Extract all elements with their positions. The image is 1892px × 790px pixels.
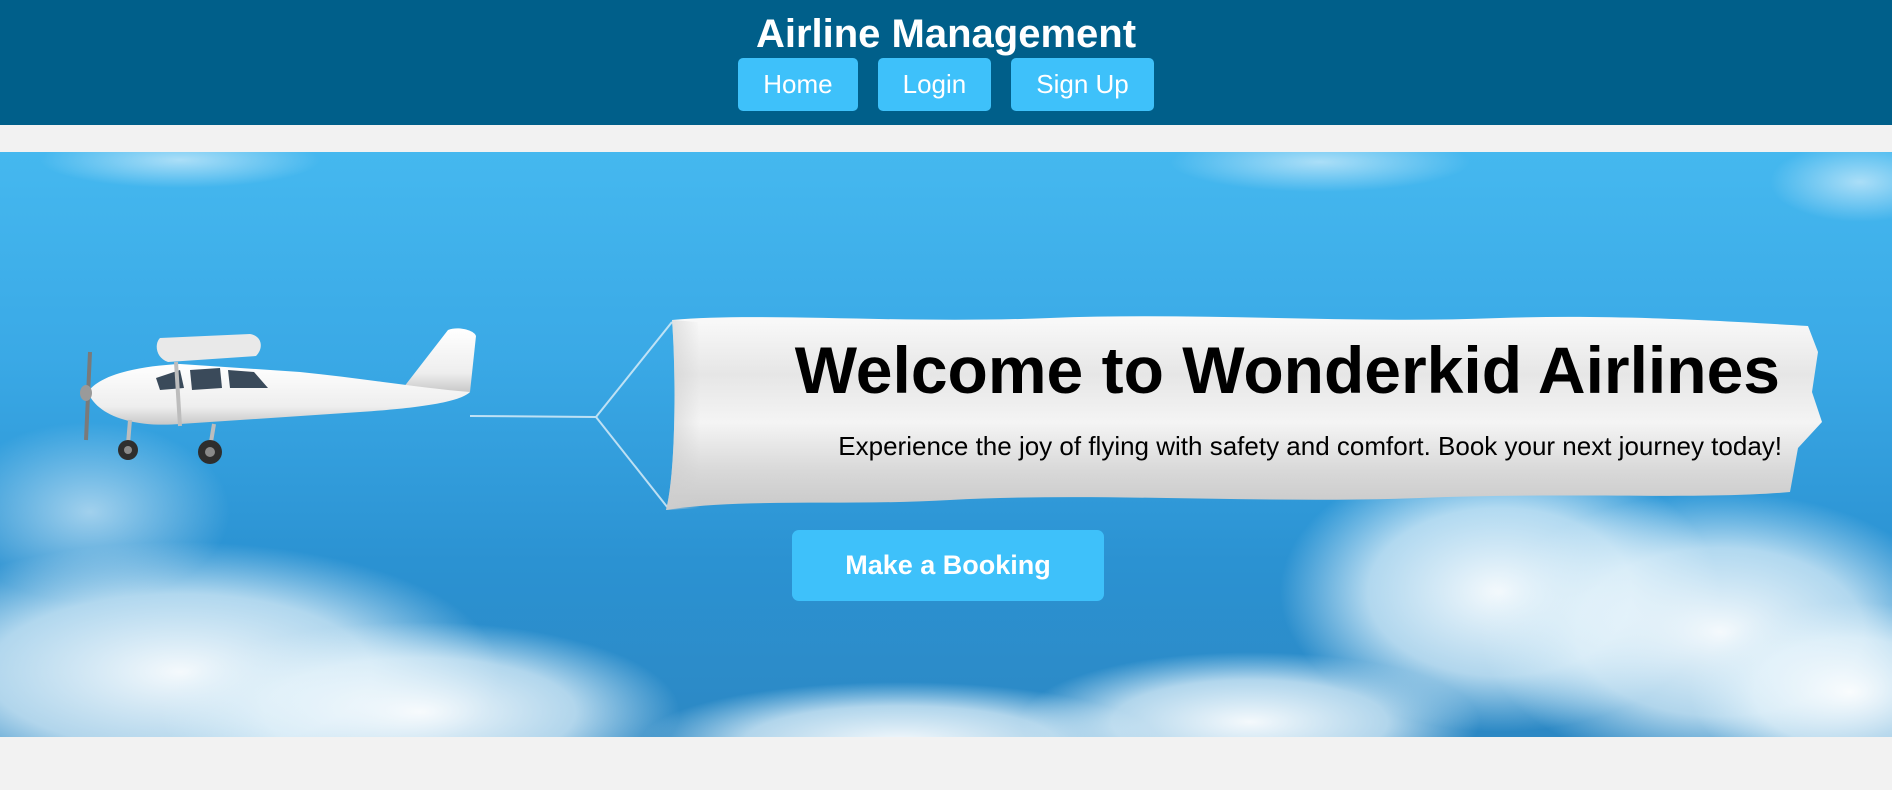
hero-subtitle: Experience the joy of flying with safety… bbox=[838, 431, 1782, 461]
nav-login-button[interactable]: Login bbox=[877, 58, 992, 111]
hero-title: Welcome to Wonderkid Airlines bbox=[794, 333, 1780, 407]
nav-home-button[interactable]: Home bbox=[738, 58, 858, 111]
main-nav: Home Login Sign Up bbox=[0, 58, 1892, 111]
site-header: Airline Management Home Login Sign Up bbox=[0, 0, 1892, 125]
make-booking-button[interactable]: Make a Booking bbox=[792, 530, 1104, 601]
site-title: Airline Management bbox=[755, 12, 1137, 56]
tow-lines bbox=[469, 321, 673, 509]
cloud-shape bbox=[40, 152, 320, 188]
cloud-shape bbox=[1770, 152, 1892, 222]
nav-signup-button[interactable]: Sign Up bbox=[1011, 58, 1154, 111]
cloud-shape bbox=[1170, 152, 1470, 192]
hero-section: Welcome to Wonderkid Airlines Experience… bbox=[0, 152, 1892, 737]
